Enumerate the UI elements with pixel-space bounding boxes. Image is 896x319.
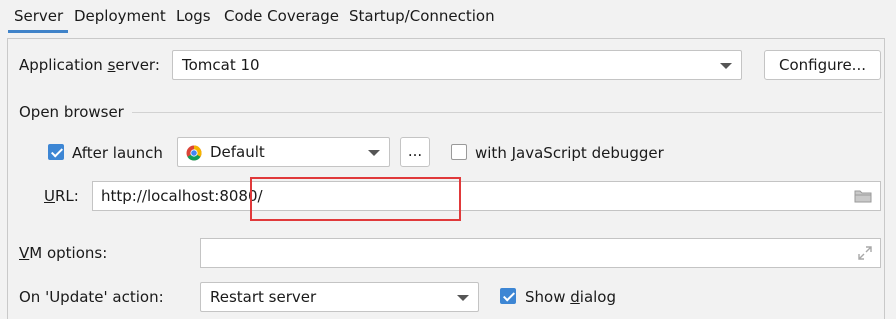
app-server-label: Application server: [19, 56, 160, 74]
chevron-down-icon [368, 150, 380, 156]
open-browser-section-label: Open browser [19, 103, 124, 121]
active-tab-indicator [8, 30, 68, 33]
after-launch-checkbox[interactable] [48, 144, 64, 160]
browser-value: Default [210, 143, 265, 161]
check-icon [50, 145, 64, 158]
vm-options-label: VM options: [19, 244, 108, 262]
folder-icon[interactable] [854, 189, 872, 203]
url-input[interactable]: http://localhost:8080/ [92, 181, 881, 211]
update-action-label: On 'Update' action: [19, 288, 164, 306]
tab-bar: Server Deployment Logs Code Coverage Sta… [0, 0, 896, 33]
update-action-select[interactable]: Restart server [200, 282, 479, 312]
configure-button[interactable]: Configure... [764, 50, 881, 80]
highlight-box [250, 177, 461, 221]
browser-select[interactable]: Default [177, 137, 390, 167]
tab-startup-connection[interactable]: Startup/Connection [349, 0, 495, 32]
app-server-select[interactable]: Tomcat 10 [172, 50, 742, 80]
configure-button-label: Configure... [778, 56, 866, 74]
tab-code-coverage[interactable]: Code Coverage [224, 0, 339, 32]
app-server-value: Tomcat 10 [182, 56, 260, 74]
section-separator [132, 112, 882, 113]
tab-server[interactable]: Server [14, 0, 64, 32]
show-dialog-checkbox[interactable] [500, 288, 516, 304]
chevron-down-icon [720, 63, 732, 69]
after-launch-label: After launch [72, 144, 163, 162]
js-debugger-checkbox[interactable] [451, 144, 467, 160]
show-dialog-label: Show dialog [525, 288, 617, 306]
more-button-label: ... [407, 142, 423, 160]
js-debugger-label: with JavaScript debugger [475, 144, 664, 162]
check-icon [502, 289, 516, 302]
update-action-value: Restart server [210, 288, 317, 306]
url-label: URL: [44, 187, 79, 205]
tab-logs[interactable]: Logs [176, 0, 211, 32]
tab-deployment[interactable]: Deployment [74, 0, 166, 32]
vm-options-input[interactable] [200, 238, 881, 268]
browser-more-button[interactable]: ... [400, 137, 430, 167]
chevron-down-icon [457, 295, 469, 301]
chrome-icon [186, 145, 202, 161]
expand-icon[interactable] [858, 246, 872, 260]
url-value: http://localhost:8080/ [101, 187, 263, 205]
